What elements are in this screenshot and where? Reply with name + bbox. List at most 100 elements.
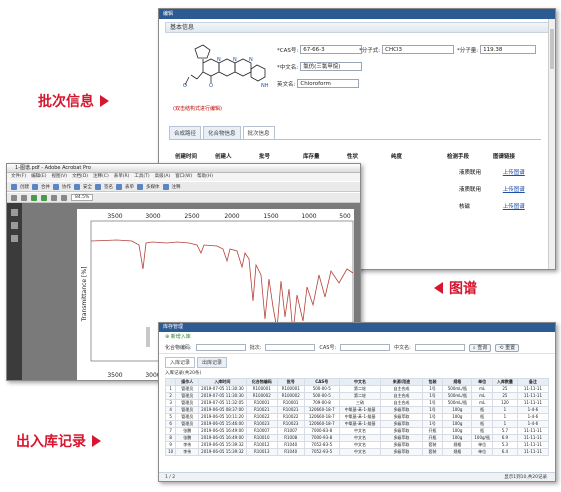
upload-spectrum-link[interactable]: 上传图谱	[503, 187, 525, 193]
molecule-structure-icon: N N N NH O O	[183, 44, 269, 89]
table-cell: 管理员	[175, 392, 200, 400]
column-header[interactable]: 中文名	[338, 378, 382, 386]
cas-input[interactable]: 67-66-3	[300, 45, 363, 54]
scrollbar[interactable]	[548, 19, 555, 269]
callout-stock-label: 出入库记录	[16, 434, 86, 450]
tb-merge[interactable]: 合并	[41, 184, 50, 190]
reset-button[interactable]: ⟲ 重置	[495, 343, 520, 352]
cn-name-input[interactable]: 氯仿(三氯甲烷)	[300, 62, 363, 71]
column-header[interactable]: 入库数量	[491, 378, 518, 386]
table-row[interactable]: 10 李伟 2019-06-05 15:39:32 R10013 R1040 7052-9…	[164, 448, 550, 456]
table-cell: 6	[164, 420, 177, 428]
cn-name-input[interactable]	[414, 344, 465, 351]
record-tabs: 入库记录 出库记录	[159, 354, 555, 368]
formula-input[interactable]: CHCl3	[382, 45, 455, 54]
prev-page-icon[interactable]	[31, 194, 37, 201]
zoom-out-icon[interactable]	[51, 194, 57, 201]
col-purity: 纯度	[391, 154, 403, 160]
mw-input[interactable]: 119.38	[480, 45, 537, 54]
column-header[interactable]: 来源/用途	[380, 378, 423, 386]
callout-spectrum: 图谱	[434, 278, 477, 298]
table-cell: 1号	[421, 420, 444, 428]
table-row[interactable]: 1 管理员 2019-07-05 11:30:30 R100001 R100001 500…	[164, 385, 550, 393]
column-header[interactable]: 入库时间	[198, 378, 247, 386]
y-axis-label: Transmittance [%]	[81, 267, 88, 323]
tab-stock-out[interactable]: 出库记录	[197, 357, 228, 368]
menu-view[interactable]: 视图(V)	[51, 173, 67, 181]
tb-create[interactable]: 创建	[20, 184, 29, 190]
tb-multimedia[interactable]: 多媒体	[146, 184, 160, 190]
reset-icon: ⟲	[499, 344, 504, 351]
table-row[interactable]: 6 管理员 2019-06-05 15:46:00 R10023 R10023 12066…	[164, 420, 550, 428]
zoom-in-icon[interactable]	[61, 194, 67, 201]
column-header[interactable]: 包装	[421, 378, 444, 386]
bookmarks-icon[interactable]	[11, 235, 18, 242]
tab-batch-info[interactable]: 批次信息	[242, 126, 275, 140]
tb-comment[interactable]: 注释	[172, 184, 181, 190]
menu-document[interactable]: 文档(D)	[72, 173, 88, 181]
table-cell: 7	[164, 427, 177, 435]
table-row[interactable]: 3 管理员 2019-07-05 11:32:05 R10001 R10001 709-0…	[164, 399, 550, 407]
column-header[interactable]: 操作人	[175, 378, 200, 386]
pages-icon[interactable]	[11, 209, 18, 216]
tb-collaborate[interactable]: 协作	[62, 184, 71, 190]
batch-table-header: 创建时间 创建人 批号 库存量 性状 纯度 检测手段 图谱链接	[169, 140, 541, 160]
next-page-icon[interactable]	[41, 194, 47, 201]
zoom-level[interactable]: 84.5%	[71, 194, 94, 201]
table-cell: 100g	[442, 420, 473, 428]
menu-tools[interactable]: 工具(T)	[134, 173, 149, 181]
column-header[interactable]	[164, 378, 177, 386]
en-name-input[interactable]: Chloroform	[297, 79, 360, 88]
tab-compound-info[interactable]: 化合物信息	[203, 126, 241, 140]
filter-label: 化合物编码:	[165, 345, 192, 351]
tb-sign[interactable]: 签名	[104, 184, 113, 190]
table-cell: R1040	[276, 441, 305, 449]
print-icon[interactable]	[11, 194, 17, 201]
table-cell: 11-11-11	[516, 434, 550, 442]
table-cell: 120	[491, 399, 518, 407]
edit-structure-link[interactable]: (双击结构式进行编辑)	[173, 105, 222, 112]
x-tick-top: 1500	[263, 213, 278, 220]
attachments-icon[interactable]	[11, 222, 18, 229]
table-cell: 自主合成	[380, 399, 423, 407]
compound-code-input[interactable]	[195, 344, 246, 351]
table-row[interactable]: 9 李伟 2019-06-05 15:39:32 R10012 R1040 7052-83…	[164, 441, 550, 449]
table-row[interactable]: 7 张鹏 2019-06-05 16:49:00 R10007 R1007 7000-83…	[164, 427, 550, 435]
tab-stock-in[interactable]: 入库记录	[165, 357, 196, 368]
batch-input[interactable]	[265, 344, 316, 351]
page-indicator[interactable]: 1 / 2	[165, 473, 175, 481]
table-row[interactable]: 8 张鹏 2019-06-05 16:49:00 R10010 R1008 7000-93…	[164, 434, 550, 442]
table-row[interactable]: 2 管理员 2019-07-05 11:30:30 R100002 R100002 500…	[164, 392, 550, 400]
search-button[interactable]: ⌕ 查询	[468, 343, 492, 352]
save-icon[interactable]	[21, 194, 27, 201]
table-cell: 中文名	[338, 441, 382, 449]
column-header[interactable]: 规格	[442, 378, 473, 386]
tb-forms[interactable]: 表单	[125, 184, 134, 190]
table-row[interactable]: 4 管理员 2019-06-05 08:37:00 R10021 R10021 12066…	[164, 406, 550, 414]
table-cell: 1	[491, 406, 518, 414]
column-header[interactable]: 批号	[276, 378, 305, 386]
table-cell: 管理员	[175, 420, 200, 428]
menu-window[interactable]: 窗口(W)	[175, 173, 192, 181]
add-stock-in-button[interactable]: ⊕ 新增入库	[159, 332, 555, 342]
structure-image[interactable]: N N N NH O O	[173, 39, 273, 105]
menu-edit[interactable]: 编辑(E)	[31, 173, 46, 181]
upload-spectrum-link[interactable]: 上传图谱	[503, 204, 525, 210]
menu-comment[interactable]: 注释(C)	[93, 173, 109, 181]
tb-secure[interactable]: 安全	[83, 184, 92, 190]
column-header[interactable]: 备注	[516, 378, 550, 386]
callout-batch-info: 批次信息	[38, 91, 109, 111]
table-row[interactable]: 5 管理员 2019-06-05 10:11:20 R10022 R10022 12066…	[164, 413, 550, 421]
column-header[interactable]: CAS号	[303, 378, 340, 386]
menu-help[interactable]: 帮助(H)	[197, 173, 213, 181]
table-cell: R1007	[276, 427, 305, 435]
cas-input[interactable]	[340, 344, 391, 351]
tab-synthesis-route[interactable]: 合成路径	[169, 126, 202, 140]
menu-forms[interactable]: 表单(R)	[114, 173, 130, 181]
column-header[interactable]: 单位	[471, 378, 493, 386]
column-header[interactable]: 化合物编码	[245, 378, 278, 386]
menu-file[interactable]: 文件(F)	[11, 173, 26, 181]
menu-advanced[interactable]: 高级(A)	[155, 173, 171, 181]
upload-spectrum-link[interactable]: 上传图谱	[503, 170, 525, 176]
svg-text:N: N	[233, 57, 237, 63]
